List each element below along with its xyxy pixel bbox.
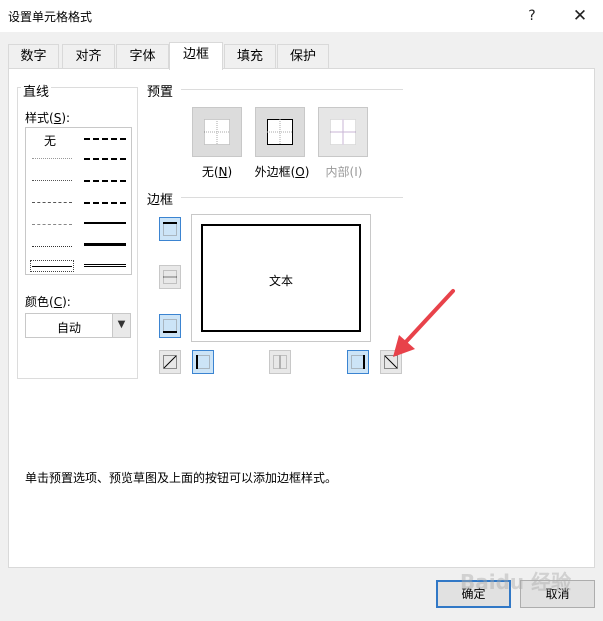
border-right-button[interactable] bbox=[347, 350, 369, 374]
line-style-slant-dash[interactable] bbox=[84, 158, 126, 160]
border-preview[interactable]: 文本 bbox=[191, 214, 371, 342]
title-bar: 设置单元格格式 ? ✕ bbox=[0, 0, 603, 32]
line-style-dash-dot-medium[interactable] bbox=[84, 180, 126, 182]
color-value: 自动 bbox=[56, 321, 81, 335]
annotation-arrow-icon bbox=[393, 289, 455, 357]
border-inside-vertical-icon bbox=[273, 355, 287, 369]
help-button[interactable]: ? bbox=[512, 2, 552, 30]
tab-font[interactable]: 字体 bbox=[116, 44, 169, 69]
preset-outline-button[interactable] bbox=[255, 107, 305, 157]
border-right-icon bbox=[351, 355, 365, 369]
chevron-down-icon[interactable]: ▼ bbox=[112, 314, 130, 337]
window-title: 设置单元格格式 bbox=[8, 10, 93, 24]
line-group-title: 直线 bbox=[21, 81, 52, 100]
border-inside-horizontal-button[interactable] bbox=[159, 265, 181, 289]
preset-none-label: 无(N) bbox=[201, 165, 233, 179]
line-style-hair[interactable] bbox=[32, 158, 72, 159]
line-style-list[interactable]: 无 bbox=[25, 127, 132, 275]
border-bottom-icon bbox=[163, 319, 177, 333]
preset-outline-label: 外边框(O) bbox=[254, 165, 310, 179]
line-style-dashed-thin[interactable] bbox=[32, 202, 72, 203]
border-inside-horizontal-icon bbox=[163, 270, 177, 284]
close-button[interactable]: ✕ bbox=[560, 2, 600, 30]
style-label: 样式(S): bbox=[25, 111, 71, 125]
preset-outline-icon bbox=[267, 119, 293, 145]
presets-title: 预置 bbox=[147, 81, 174, 100]
preview-cell[interactable]: 文本 bbox=[201, 224, 361, 332]
tab-alignment[interactable]: 对齐 bbox=[62, 44, 115, 69]
border-diagonal-up-button[interactable] bbox=[159, 350, 181, 374]
border-tab-panel: 直线 样式(S): 无 颜色(C): 自动 ▼ 预置 无(N) 外边框(O) 内… bbox=[8, 68, 595, 568]
border-left-icon bbox=[196, 355, 210, 369]
tab-fill[interactable]: 填充 bbox=[224, 44, 276, 69]
preset-none-button[interactable] bbox=[192, 107, 242, 157]
preset-inside-label: 内部(I) bbox=[325, 165, 363, 179]
color-label: 颜色(C): bbox=[25, 295, 71, 309]
tab-border[interactable]: 边框 bbox=[169, 42, 223, 70]
preset-inside-button[interactable] bbox=[318, 107, 368, 157]
border-bottom-button[interactable] bbox=[159, 314, 181, 338]
line-style-dotted[interactable] bbox=[32, 180, 72, 181]
line-style-dashed-medium[interactable] bbox=[84, 202, 126, 204]
color-dropdown[interactable]: 自动 ▼ bbox=[25, 313, 131, 338]
line-style-dash-dot-dot-thin[interactable] bbox=[32, 246, 72, 247]
preset-none-icon bbox=[204, 119, 230, 145]
border-top-icon bbox=[163, 222, 177, 236]
border-left-button[interactable] bbox=[192, 350, 214, 374]
preview-text: 文本 bbox=[268, 274, 293, 288]
border-separator bbox=[181, 197, 403, 198]
tab-protection[interactable]: 保护 bbox=[277, 44, 329, 69]
line-style-dash-dot-dot-medium[interactable] bbox=[84, 138, 126, 140]
border-inside-vertical-button[interactable] bbox=[269, 350, 291, 374]
line-style-thick[interactable] bbox=[84, 243, 126, 246]
border-section-title: 边框 bbox=[147, 189, 174, 208]
hint-text: 单击预置选项、预览草图及上面的按钮可以添加边框样式。 bbox=[25, 471, 338, 485]
line-style-thin[interactable] bbox=[32, 266, 72, 267]
line-style-none[interactable]: 无 bbox=[44, 132, 56, 149]
presets-separator bbox=[181, 89, 403, 90]
diagonal-up-icon bbox=[163, 355, 177, 369]
border-top-button[interactable] bbox=[159, 217, 181, 241]
line-style-double[interactable] bbox=[84, 264, 126, 267]
baidu-watermark: Baidu 经验 bbox=[460, 570, 572, 594]
line-style-medium[interactable] bbox=[84, 222, 126, 224]
preset-inside-icon bbox=[330, 119, 356, 145]
line-style-dash-dot-thin[interactable] bbox=[32, 224, 72, 225]
tab-number[interactable]: 数字 bbox=[8, 44, 59, 69]
